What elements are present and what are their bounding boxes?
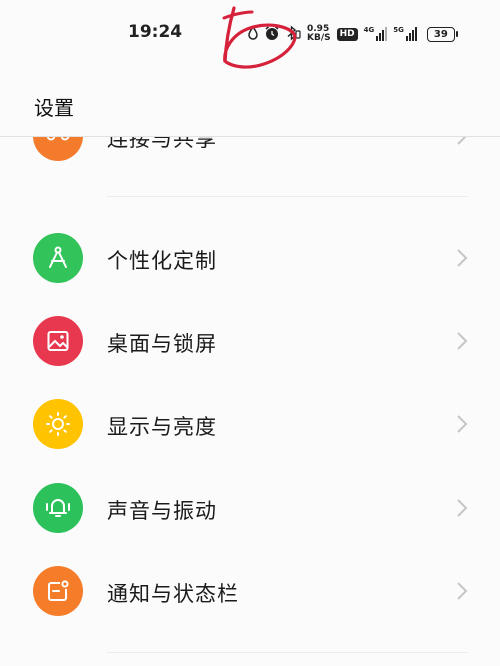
bluetooth-icon bbox=[286, 24, 301, 44]
bell-icon bbox=[33, 483, 83, 533]
settings-item-sound-vibration[interactable]: 声音与振动 bbox=[0, 468, 500, 548]
hd-icon: HD bbox=[336, 27, 358, 41]
chevron-right-icon bbox=[457, 332, 468, 350]
net-speed-unit: KB/S bbox=[307, 33, 331, 43]
group-divider bbox=[107, 196, 467, 197]
settings-item-desktop-lockscreen[interactable]: 桌面与锁屏 bbox=[0, 301, 500, 381]
chevron-right-icon bbox=[457, 415, 468, 433]
settings-item-label: 显示与亮度 bbox=[107, 415, 217, 439]
status-bar: 19:24 0.95 KB/S HD 4G 5G 39 bbox=[0, 0, 500, 70]
settings-item-display-brightness[interactable]: 显示与亮度 bbox=[0, 384, 500, 464]
settings-item-personalization[interactable]: 个性化定制 bbox=[0, 218, 500, 298]
chevron-right-icon bbox=[457, 582, 468, 600]
chevron-right-icon bbox=[457, 249, 468, 267]
chevron-right-icon bbox=[457, 499, 468, 517]
drop-icon bbox=[248, 25, 258, 43]
status-time: 19:24 bbox=[128, 22, 183, 42]
page-title: 设置 bbox=[34, 96, 74, 120]
wallpaper-icon bbox=[33, 316, 83, 366]
sim1-network-label: 4G bbox=[363, 26, 375, 34]
net-speed: 0.95 KB/S bbox=[307, 25, 331, 43]
battery-icon: 39 bbox=[426, 26, 458, 42]
alarm-icon bbox=[264, 25, 280, 44]
settings-item-label: 通知与状态栏 bbox=[107, 582, 239, 606]
signal-icon-2: 5G bbox=[393, 27, 417, 41]
settings-item-label: 个性化定制 bbox=[107, 249, 217, 273]
group-divider bbox=[107, 652, 467, 653]
settings-item-label: 声音与振动 bbox=[107, 499, 217, 523]
brightness-icon bbox=[33, 399, 83, 449]
notification-icon bbox=[33, 566, 83, 616]
settings-item-label: 桌面与锁屏 bbox=[107, 332, 217, 356]
signal-icon: 4G bbox=[364, 27, 388, 41]
status-icons: 0.95 KB/S HD 4G 5G 39 bbox=[248, 20, 458, 48]
settings-item-notification-statusbar[interactable]: 通知与状态栏 bbox=[0, 551, 500, 631]
compass-icon bbox=[33, 233, 83, 283]
sim2-network-label: 5G bbox=[393, 26, 404, 34]
page-header: 设置 bbox=[0, 70, 500, 137]
